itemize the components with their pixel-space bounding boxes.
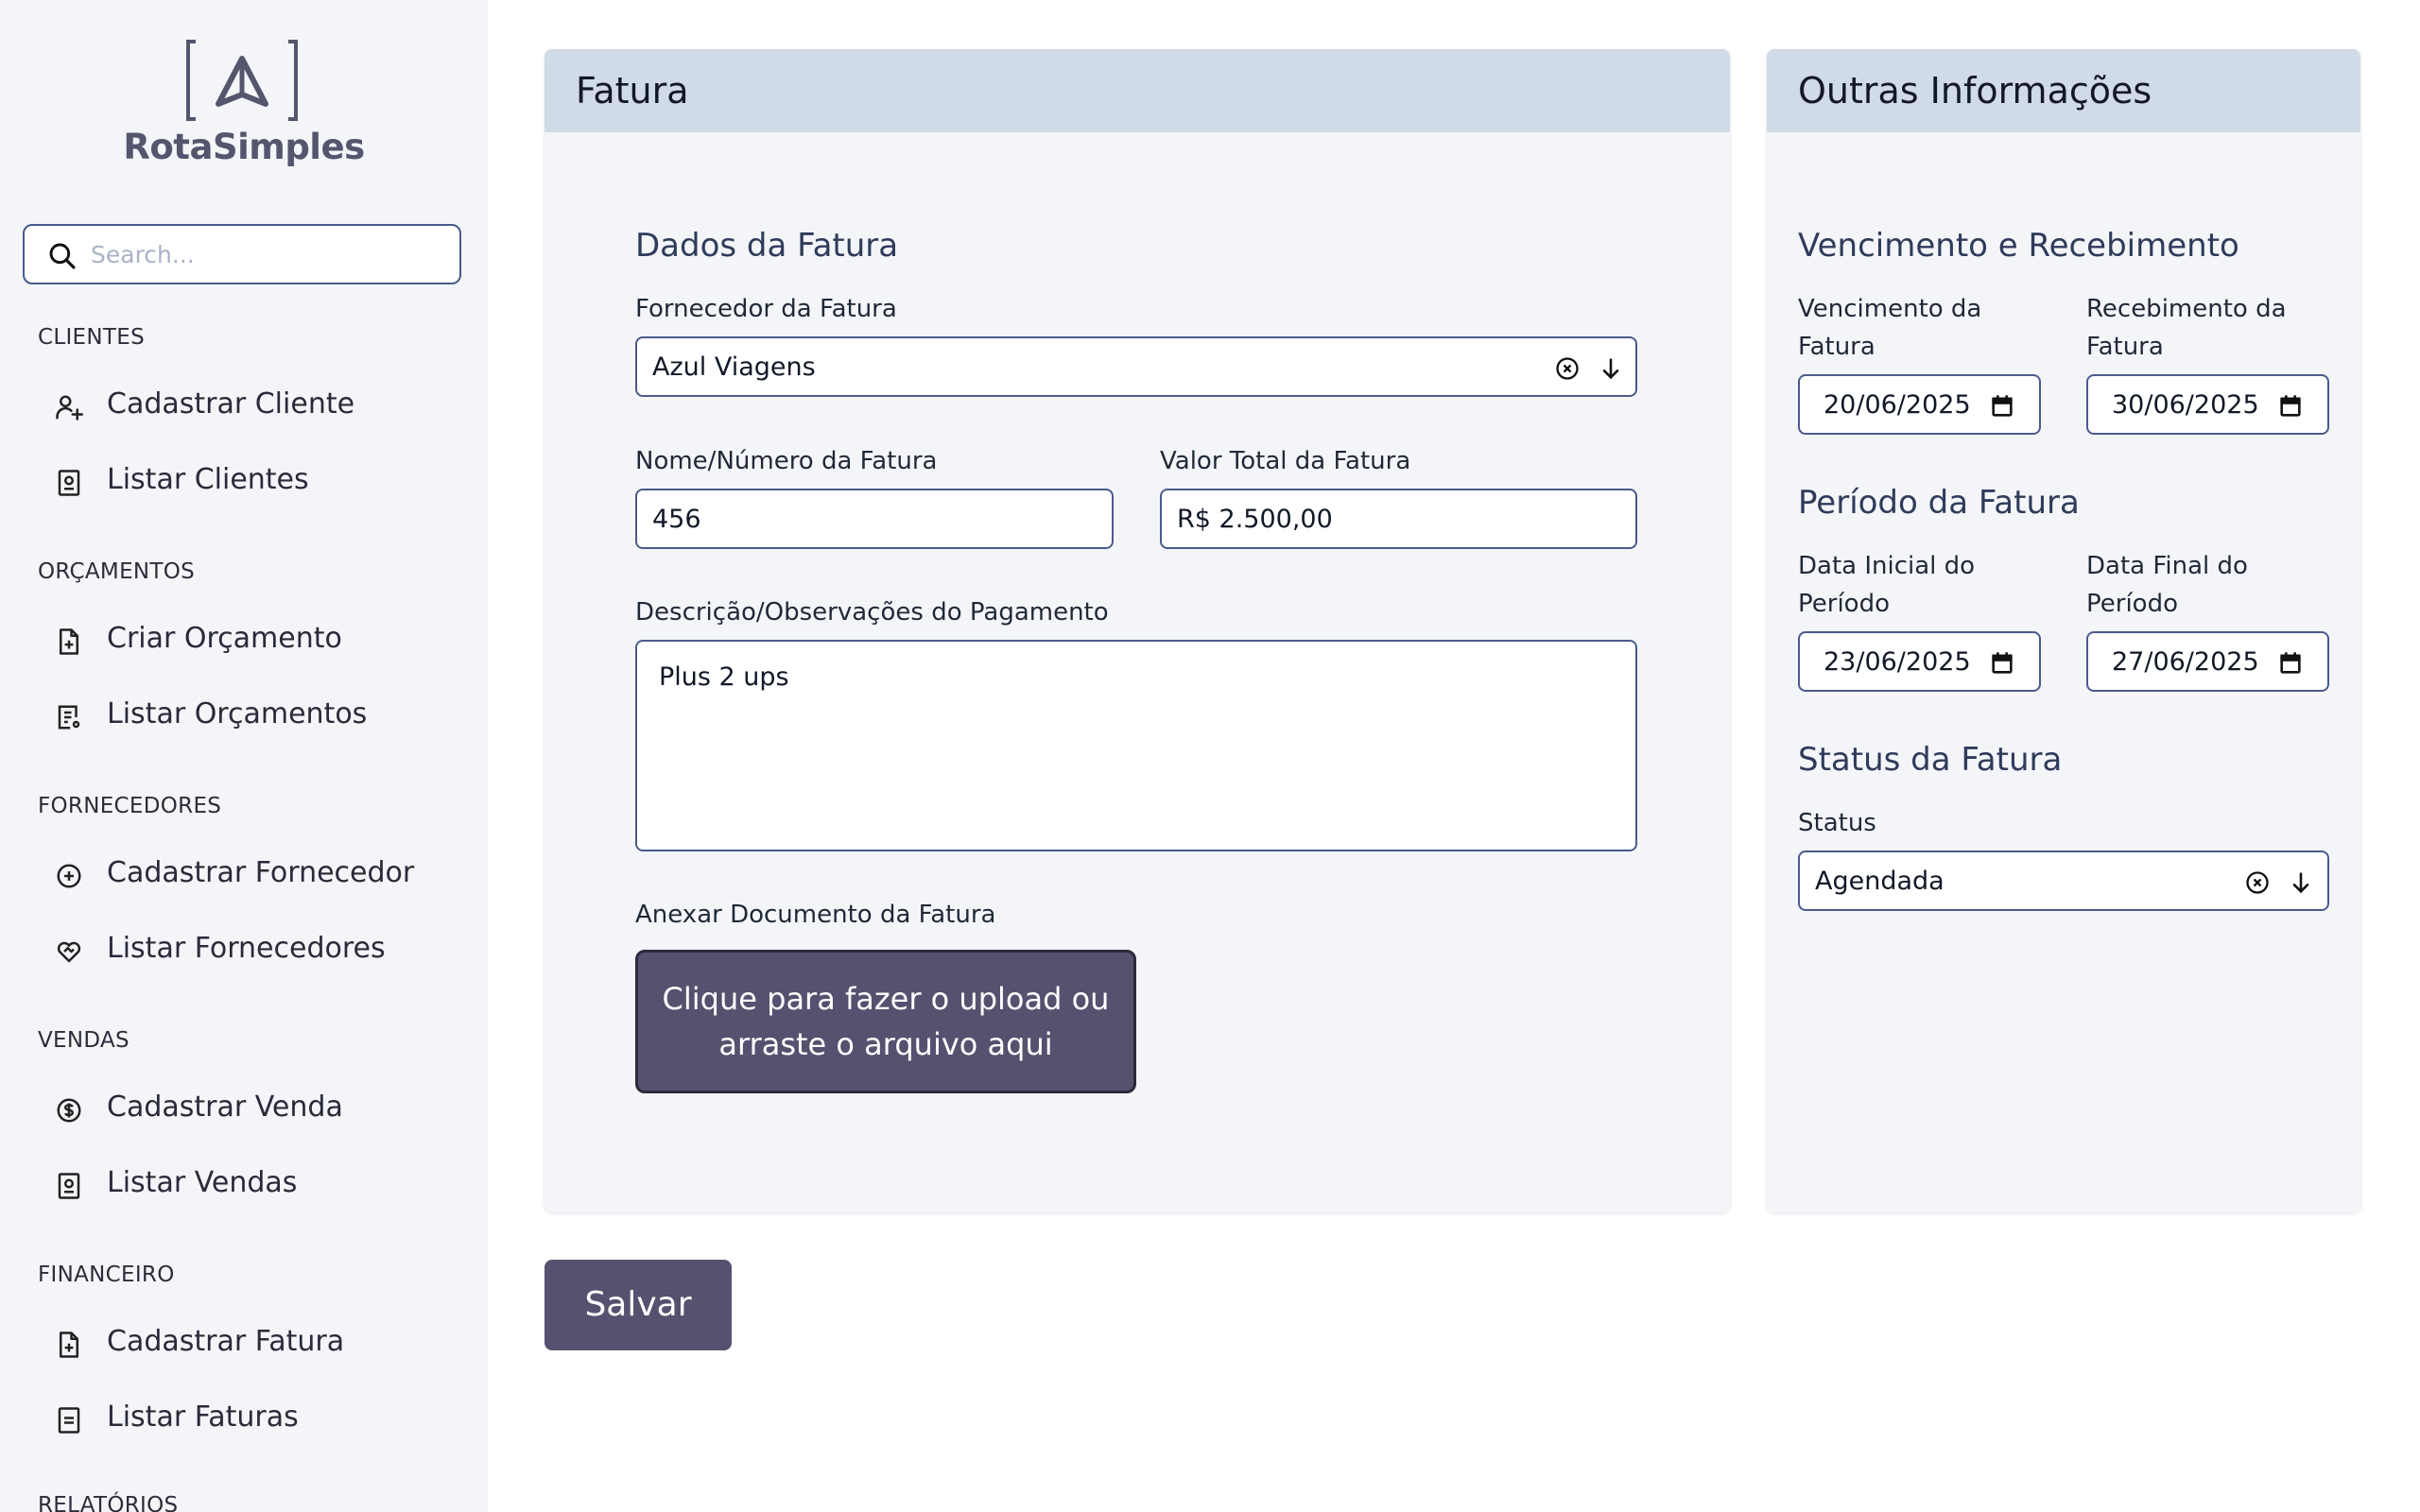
arrow-down-icon[interactable] [1598, 355, 1624, 382]
file-list-icon [58, 705, 80, 730]
vencimento-label-line1: Vencimento da [1798, 295, 1982, 323]
fatura-panel-header: Fatura [544, 49, 1730, 132]
data-final-label-line2: Período [2086, 590, 2178, 618]
data-final-date-input[interactable]: 27/06/2025 [2086, 631, 2329, 692]
contact-list-icon [58, 470, 80, 496]
calendar-icon[interactable] [1989, 393, 2015, 420]
status-value: Agendada [1815, 867, 1945, 896]
sidebar-item-cadastrar-venda[interactable]: Cadastrar Venda [38, 1081, 454, 1138]
sidebar-item-listar-clientes[interactable]: Listar Clientes [38, 454, 454, 510]
sidebar-item-label: Listar Clientes [107, 463, 309, 496]
data-inicial-date-input[interactable]: 23/06/2025 [1798, 631, 2041, 692]
vencimento-label: Vencimento da Fatura [1798, 290, 1981, 366]
clear-icon[interactable] [1554, 355, 1581, 382]
nome-numero-value: 456 [652, 505, 701, 534]
sidebar-item-label: Listar Orçamentos [107, 697, 368, 730]
save-button[interactable]: Salvar [544, 1260, 732, 1350]
clear-icon[interactable] [2244, 869, 2271, 896]
recebimento-date-input[interactable]: 30/06/2025 [2086, 374, 2329, 435]
sidebar: RotaSimples CLIENTES Cadastrar Cliente L… [0, 0, 488, 1512]
logo: RotaSimples [0, 36, 488, 178]
fornecedor-value: Azul Viagens [652, 352, 816, 382]
sidebar-item-label: Listar Vendas [107, 1166, 298, 1199]
status-label: Status [1798, 809, 1876, 837]
panel-title: Outras Informações [1798, 70, 2152, 112]
section-title-relatorios: RELATÓRIOS [38, 1493, 179, 1512]
sidebar-item-label: Listar Faturas [107, 1400, 299, 1434]
data-final-label: Data Final do Período [2086, 547, 2248, 623]
heart-handshake-icon [57, 941, 81, 963]
vencimento-label-line2: Fatura [1798, 333, 1876, 361]
section-title-clientes: CLIENTES [38, 325, 145, 350]
sidebar-item-listar-fornecedores[interactable]: Listar Fornecedores [38, 922, 454, 979]
section-title-vendas: VENDAS [38, 1028, 130, 1053]
descricao-textarea[interactable]: Plus 2 ups [635, 640, 1637, 851]
vencimento-value: 20/06/2025 [1824, 390, 1971, 420]
dollar-circle-icon [57, 1098, 81, 1123]
vencimento-section-title: Vencimento e Recebimento [1798, 227, 2239, 265]
brand-logo-icon [186, 40, 298, 121]
vencimento-date-input[interactable]: 20/06/2025 [1798, 374, 2041, 435]
descricao-label: Descrição/Observações do Pagamento [635, 598, 1109, 627]
recebimento-label: Recebimento da Fatura [2086, 290, 2287, 366]
panel-title: Fatura [576, 70, 689, 112]
data-final-value: 27/06/2025 [2112, 647, 2259, 677]
file-text-icon [58, 1407, 80, 1434]
sidebar-item-cadastrar-fatura[interactable]: Cadastrar Fatura [38, 1315, 454, 1372]
sidebar-item-label: Listar Fornecedores [107, 932, 386, 965]
sidebar-item-cadastrar-fornecedor[interactable]: Cadastrar Fornecedor [38, 847, 454, 903]
fornecedor-select[interactable]: Azul Viagens [635, 336, 1637, 397]
calendar-icon[interactable] [1989, 650, 2015, 677]
nome-numero-input[interactable]: 456 [635, 489, 1114, 549]
data-final-label-line1: Data Final do [2086, 552, 2248, 580]
recebimento-label-line2: Fatura [2086, 333, 2164, 361]
recebimento-label-line1: Recebimento da [2086, 295, 2287, 323]
section-title-orcamentos: ORÇAMENTOS [38, 559, 196, 584]
sidebar-item-label: Criar Orçamento [107, 622, 342, 655]
sidebar-item-label: Cadastrar Cliente [107, 387, 355, 421]
status-section-title: Status da Fatura [1798, 741, 2063, 779]
sidebar-item-criar-orcamento[interactable]: Criar Orçamento [38, 612, 454, 669]
arrow-down-icon[interactable] [2288, 869, 2314, 896]
section-title-financeiro: FINANCEIRO [38, 1263, 175, 1287]
valor-total-label: Valor Total da Fatura [1160, 447, 1411, 475]
plus-circle-icon [57, 864, 81, 888]
sidebar-item-label: Cadastrar Venda [107, 1091, 343, 1124]
data-inicial-label-line2: Período [1798, 590, 1890, 618]
data-inicial-label: Data Inicial do Período [1798, 547, 1975, 623]
descricao-value: Plus 2 ups [659, 662, 789, 692]
user-plus-icon [56, 395, 83, 421]
anexo-label: Anexar Documento da Fatura [635, 901, 996, 929]
sidebar-item-cadastrar-cliente[interactable]: Cadastrar Cliente [38, 378, 454, 435]
dados-fatura-title: Dados da Fatura [635, 227, 899, 265]
upload-text-line1: Clique para fazer o upload ou [662, 981, 1110, 1017]
periodo-section-title: Período da Fatura [1798, 484, 2080, 522]
recebimento-value: 30/06/2025 [2112, 390, 2259, 420]
sidebar-item-label: Cadastrar Fornecedor [107, 856, 415, 889]
brand-name: RotaSimples [123, 127, 365, 167]
fornecedor-label: Fornecedor da Fatura [635, 295, 897, 323]
search-icon [49, 243, 76, 269]
calendar-icon[interactable] [2277, 650, 2304, 677]
sidebar-item-listar-orcamentos[interactable]: Listar Orçamentos [38, 688, 454, 745]
data-inicial-label-line1: Data Inicial do [1798, 552, 1976, 580]
contact-list-icon [58, 1173, 80, 1199]
status-select[interactable]: Agendada [1798, 850, 2329, 911]
valor-total-input[interactable]: R$ 2.500,00 [1160, 489, 1637, 549]
sidebar-item-listar-vendas[interactable]: Listar Vendas [38, 1157, 454, 1213]
file-plus-icon [60, 628, 78, 655]
section-title-fornecedores: FORNECEDORES [38, 794, 222, 818]
file-plus-icon [60, 1332, 78, 1358]
data-inicial-value: 23/06/2025 [1824, 647, 1971, 677]
outras-panel-header: Outras Informações [1767, 49, 2360, 132]
upload-text-line2: arraste o arquivo aqui [718, 1026, 1053, 1062]
nome-numero-label: Nome/Número da Fatura [635, 447, 938, 475]
calendar-icon[interactable] [2277, 393, 2304, 420]
search-input[interactable] [91, 235, 450, 273]
sidebar-item-label: Cadastrar Fatura [107, 1325, 345, 1358]
upload-dropzone[interactable]: Clique para fazer o upload ou arraste o … [635, 950, 1136, 1093]
sidebar-search[interactable] [23, 224, 461, 284]
sidebar-item-listar-faturas[interactable]: Listar Faturas [38, 1391, 454, 1448]
valor-total-value: R$ 2.500,00 [1177, 505, 1333, 534]
